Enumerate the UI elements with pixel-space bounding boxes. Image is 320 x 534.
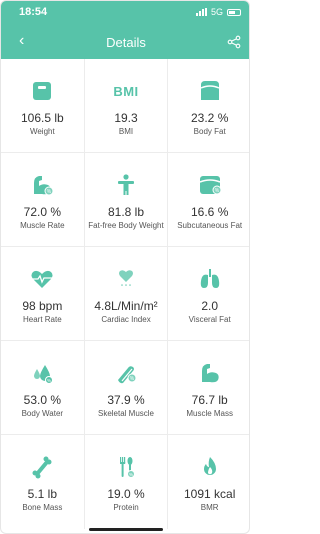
subcutaneous-fat-icon: % bbox=[199, 176, 222, 195]
skeletal-muscle-icon: % bbox=[118, 366, 137, 384]
header-bar: ‹ Details bbox=[1, 25, 249, 59]
metric-label: Bone Mass bbox=[22, 503, 63, 512]
metric-value: 106.5 lb bbox=[20, 111, 64, 125]
metric-label: Subcutaneous Fat bbox=[177, 221, 243, 230]
metric-muscle-rate[interactable]: % 72.0 % Muscle Rate bbox=[1, 153, 85, 246]
fat-free-body-icon bbox=[118, 174, 134, 195]
metric-label: BMR bbox=[200, 503, 219, 512]
signal-icon bbox=[195, 8, 207, 16]
metrics-row: % 53.0 % Body Water % 37.9 % Skeletal Mu… bbox=[1, 341, 249, 435]
metrics-row: 106.5 lb Weight BMI 19.3 BMI 23.2 % Body… bbox=[1, 59, 249, 153]
metric-value: 19.0 % bbox=[107, 487, 145, 501]
metric-subcutaneous-fat[interactable]: % 16.6 % Subcutaneous Fat bbox=[168, 153, 249, 246]
metric-value: 2.0 bbox=[201, 299, 219, 313]
flame-icon bbox=[203, 457, 216, 475]
status-indicators: 5G bbox=[195, 7, 241, 17]
phone-screen: 18:54 5G ‹ Details 106.5 lb Weight BMI 1… bbox=[0, 0, 250, 534]
bone-icon bbox=[32, 456, 52, 479]
metric-label: Muscle Mass bbox=[186, 409, 234, 418]
lungs-icon bbox=[200, 269, 219, 288]
home-indicator[interactable] bbox=[89, 528, 163, 531]
metric-protein[interactable]: % 19.0 % Protein bbox=[85, 435, 169, 529]
network-label: 5G bbox=[210, 7, 223, 17]
cardiac-index-icon bbox=[119, 270, 133, 286]
metric-value: 23.2 % bbox=[191, 111, 229, 125]
metric-label: Heart Rate bbox=[22, 315, 62, 324]
metrics-row: 98 bpm Heart Rate 4.8L/Min/m² Cardiac In… bbox=[1, 247, 249, 341]
metric-label: Cardiac Index bbox=[101, 315, 151, 324]
svg-text:%: % bbox=[214, 188, 219, 194]
metric-label: Visceral Fat bbox=[188, 315, 231, 324]
metric-value: 19.3 bbox=[114, 111, 138, 125]
muscle-rate-icon: % bbox=[34, 176, 54, 196]
svg-text:%: % bbox=[129, 472, 133, 477]
svg-text:%: % bbox=[130, 376, 135, 382]
metrics-grid: 106.5 lb Weight BMI 19.3 BMI 23.2 % Body… bbox=[1, 59, 249, 529]
protein-icon: % bbox=[120, 457, 135, 478]
metric-weight[interactable]: 106.5 lb Weight bbox=[1, 59, 85, 152]
metric-label: Protein bbox=[113, 503, 139, 512]
metric-heart-rate[interactable]: 98 bpm Heart Rate bbox=[1, 247, 85, 340]
metric-value: 76.7 lb bbox=[191, 393, 228, 407]
metric-value: 72.0 % bbox=[23, 205, 62, 219]
metric-label: BMI bbox=[118, 127, 134, 136]
metric-value: 4.8L/Min/m² bbox=[94, 299, 158, 313]
metric-value: 81.8 lb bbox=[107, 205, 145, 219]
metric-label: Body Water bbox=[21, 409, 64, 418]
metric-visceral-fat[interactable]: 2.0 Visceral Fat bbox=[168, 247, 249, 340]
metric-cardiac-index[interactable]: 4.8L/Min/m² Cardiac Index bbox=[85, 247, 169, 340]
metric-label: Fat-free Body Weight bbox=[88, 221, 164, 230]
metric-label: Weight bbox=[29, 127, 55, 136]
status-time: 18:54 bbox=[19, 6, 48, 18]
svg-text:%: % bbox=[47, 378, 51, 383]
metric-bmi[interactable]: BMI 19.3 BMI bbox=[85, 59, 169, 152]
heart-rate-icon bbox=[31, 270, 53, 288]
metric-bone-mass[interactable]: 5.1 lb Bone Mass bbox=[1, 435, 85, 529]
metrics-row: % 72.0 % Muscle Rate 81.8 lb Fat-free Bo… bbox=[1, 153, 249, 247]
metric-muscle-mass[interactable]: 76.7 lb Muscle Mass bbox=[168, 341, 249, 434]
status-bar: 18:54 5G bbox=[1, 1, 249, 25]
metric-value: 16.6 % bbox=[191, 205, 229, 219]
scale-icon bbox=[33, 82, 52, 100]
water-drops-icon: % bbox=[34, 365, 54, 384]
metric-value: 5.1 lb bbox=[27, 487, 58, 501]
metrics-row: 5.1 lb Bone Mass % 19.0 % Protein 1091 k… bbox=[1, 435, 249, 529]
metric-bmr[interactable]: 1091 kcal BMR bbox=[168, 435, 249, 529]
svg-text:%: % bbox=[47, 189, 52, 195]
metric-body-fat[interactable]: 23.2 % Body Fat bbox=[168, 59, 249, 152]
bmi-icon: BMI bbox=[113, 83, 139, 99]
battery-icon bbox=[227, 8, 241, 16]
metric-body-water[interactable]: % 53.0 % Body Water bbox=[1, 341, 85, 434]
page-title: Details bbox=[106, 35, 146, 50]
metric-value: 1091 kcal bbox=[183, 487, 236, 501]
metric-value: 37.9 % bbox=[107, 393, 145, 407]
metric-label: Muscle Rate bbox=[20, 221, 65, 230]
metric-label: Body Fat bbox=[193, 127, 226, 136]
metric-label: Skeletal Muscle bbox=[97, 409, 155, 418]
share-icon[interactable] bbox=[227, 35, 241, 49]
body-fat-icon bbox=[200, 81, 219, 100]
muscle-mass-icon bbox=[201, 364, 219, 383]
metric-value: 53.0 % bbox=[23, 393, 62, 407]
metric-fat-free-body-weight[interactable]: 81.8 lb Fat-free Body Weight bbox=[85, 153, 169, 246]
metric-value: 98 bpm bbox=[22, 299, 63, 313]
metric-skeletal-muscle[interactable]: % 37.9 % Skeletal Muscle bbox=[85, 341, 169, 434]
